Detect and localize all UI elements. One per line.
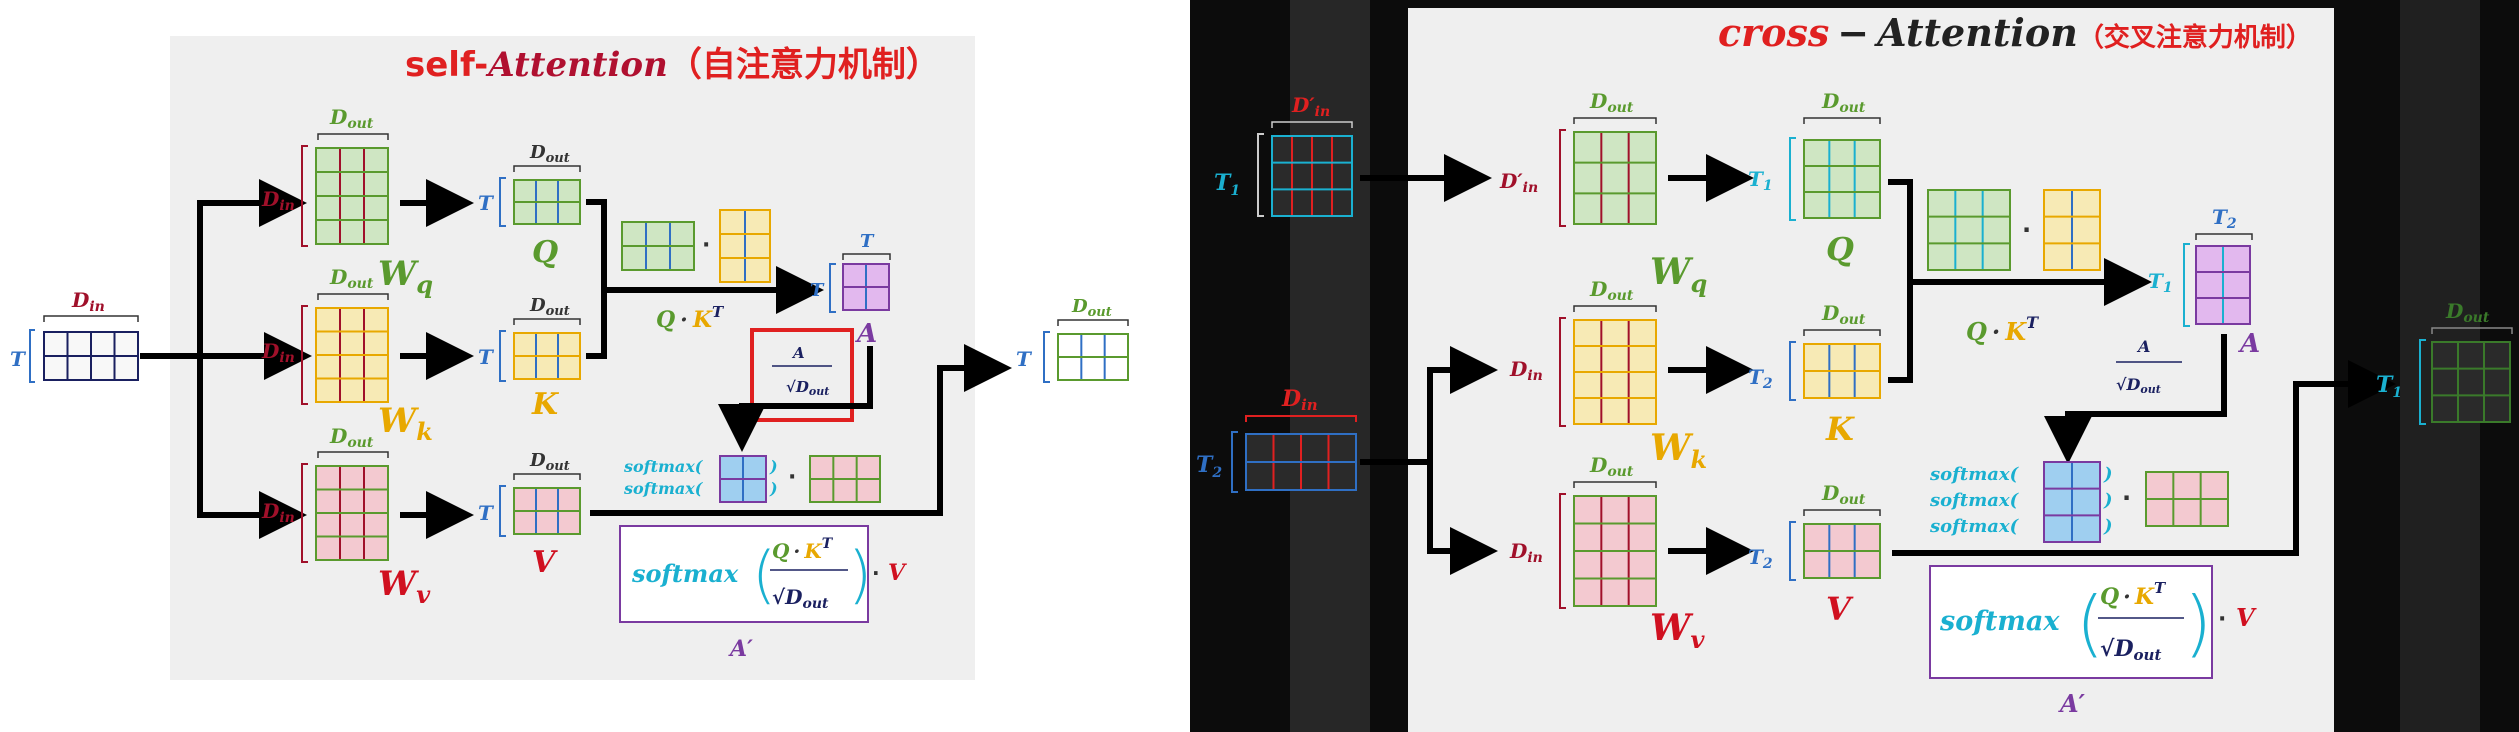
- matrix-grid: [2195, 245, 2251, 325]
- svg-text:·: ·: [702, 233, 710, 258]
- svg-text:Q: Q: [532, 235, 558, 270]
- svg-text:V: V: [2236, 603, 2257, 632]
- svg-text:T: T: [478, 345, 495, 369]
- svg-text:V: V: [532, 545, 558, 580]
- svg-text:softmax(: softmax(: [1929, 516, 2020, 537]
- matrix-grid: [842, 263, 890, 311]
- svg-text:T: T: [478, 191, 495, 215]
- svg-text:T: T: [10, 347, 27, 371]
- matrix-grid: [2145, 471, 2229, 527]
- matrix-grid: [2043, 461, 2101, 543]
- svg-text:V: V: [888, 560, 907, 586]
- left-title: self-Attention（自注意力机制）: [405, 45, 940, 85]
- svg-text:): ): [2103, 490, 2113, 511]
- matrix-grid: [513, 332, 581, 380]
- matrix-cells: [1804, 140, 1880, 218]
- svg-text:A: A: [2237, 329, 2260, 359]
- svg-text:·: ·: [872, 561, 880, 585]
- matrix-grid: [1057, 333, 1129, 381]
- matrix-cells: [1574, 132, 1656, 224]
- svg-text:softmax(: softmax(: [1929, 490, 2020, 511]
- matrix-cells: [1928, 190, 2010, 270]
- svg-text:·: ·: [2022, 216, 2031, 244]
- svg-text:A: A: [2136, 337, 2150, 356]
- svg-text:T: T: [1016, 347, 1033, 371]
- svg-text:softmax: softmax: [1939, 606, 2060, 637]
- svg-text:): ): [769, 479, 778, 498]
- svg-text:T: T: [860, 231, 875, 252]
- matrix-grid: [719, 455, 767, 503]
- matrix-grid: [1245, 433, 1357, 491]
- matrix-grid: [513, 487, 581, 535]
- left-input-matrix: Din T: [10, 288, 139, 383]
- svg-text:·: ·: [2122, 484, 2131, 512]
- matrix-grid: [719, 209, 771, 283]
- matrix-grid: [315, 307, 389, 403]
- matrix-grid: [1927, 189, 2011, 271]
- svg-text:softmax(: softmax(: [623, 457, 704, 476]
- svg-text:T: T: [810, 280, 825, 301]
- matrix-grid: [809, 455, 881, 503]
- left-panel: self-Attention（自注意力机制） Din T Dout Din Wq: [10, 36, 1129, 680]
- matrix-grid: [1573, 131, 1657, 225]
- matrix-grid: [1573, 319, 1657, 425]
- matrix-grid: [2043, 189, 2101, 271]
- matrix-grid: [513, 179, 581, 225]
- svg-text:): ): [769, 457, 778, 476]
- right-panel: cross − Attention（交叉注意力机制） D′in T1 Din T2: [1190, 0, 2519, 732]
- svg-text:·: ·: [788, 465, 796, 490]
- matrix-grid: [1803, 523, 1881, 579]
- matrix-grid: [2431, 341, 2511, 423]
- svg-text:softmax(: softmax(: [1929, 464, 2020, 485]
- svg-text:): ): [2103, 464, 2113, 485]
- matrix-cells: [2432, 342, 2510, 422]
- matrix-grid: [315, 147, 389, 245]
- svg-text:softmax(: softmax(: [623, 479, 704, 498]
- matrix-grid: [43, 331, 139, 381]
- left-softmax-product: softmax( softmax( ) ) ·: [623, 455, 881, 503]
- svg-text:Din: Din: [71, 288, 105, 315]
- svg-text:K: K: [531, 387, 560, 422]
- matrix-grid: [621, 221, 695, 271]
- matrix-grid: [1271, 135, 1353, 217]
- matrix-grid: [1803, 139, 1881, 219]
- svg-text:·: ·: [2218, 607, 2226, 632]
- svg-text:T: T: [478, 501, 495, 525]
- svg-text:softmax: softmax: [631, 559, 739, 588]
- svg-text:A′: A′: [2058, 689, 2086, 718]
- matrix-grid: [1803, 343, 1881, 399]
- svg-text:Dout: Dout: [1071, 296, 1112, 320]
- svg-text:Q: Q: [1826, 230, 1854, 268]
- svg-text:): ): [848, 538, 872, 611]
- svg-text:V: V: [1826, 590, 1854, 628]
- matrix-grid: [315, 465, 389, 561]
- svg-text:K: K: [1825, 410, 1855, 448]
- svg-text:A: A: [791, 344, 805, 362]
- svg-text:): ): [2184, 581, 2212, 665]
- svg-text:A: A: [854, 319, 877, 349]
- left-output-matrix: Dout T: [1016, 296, 1129, 383]
- svg-text:): ): [2103, 516, 2113, 537]
- svg-text:A′: A′: [728, 636, 753, 662]
- matrix-grid: [1573, 495, 1657, 607]
